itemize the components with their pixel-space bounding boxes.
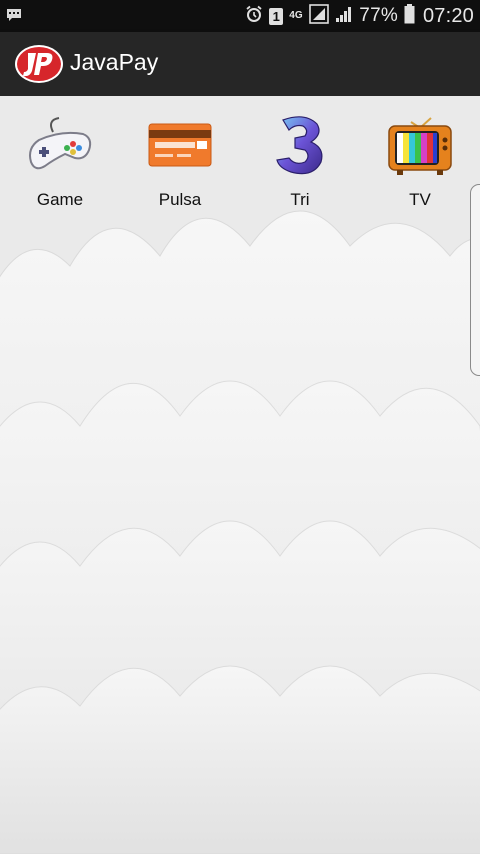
category-label: TV — [409, 190, 431, 209]
app-bar: JavaPay — [0, 32, 480, 96]
category-grid: Game Pulsa Tri TV — [0, 106, 480, 216]
battery-percent: 77% — [359, 5, 398, 26]
clock: 07:20 — [422, 4, 474, 27]
category-label: Tri — [290, 190, 310, 209]
signal-strength-icon — [335, 5, 353, 28]
chat-notification-icon — [6, 8, 22, 27]
edge-panel-handle[interactable] — [470, 184, 480, 376]
category-tv[interactable]: TV — [360, 106, 480, 216]
alarm-icon — [245, 5, 263, 28]
status-bar: 1 4G 77% 07:20 — [0, 0, 480, 32]
television-icon — [385, 110, 455, 180]
battery-icon — [404, 3, 415, 29]
signal-box-icon — [309, 3, 330, 29]
category-game[interactable]: Game — [0, 106, 120, 216]
tri-logo-icon — [265, 110, 335, 180]
credit-card-icon — [145, 110, 215, 180]
main-content: Game Pulsa Tri TV — [0, 96, 480, 854]
category-pulsa[interactable]: Pulsa — [120, 106, 240, 216]
category-label: Game — [36, 190, 84, 209]
javapay-logo-icon — [14, 41, 64, 87]
gamepad-icon — [25, 110, 95, 180]
category-tri[interactable]: Tri — [240, 106, 360, 216]
network-type: 4G — [289, 10, 303, 21]
sim-badge: 1 — [269, 7, 284, 25]
category-label: Pulsa — [158, 190, 202, 209]
app-title: JavaPay — [70, 49, 159, 75]
